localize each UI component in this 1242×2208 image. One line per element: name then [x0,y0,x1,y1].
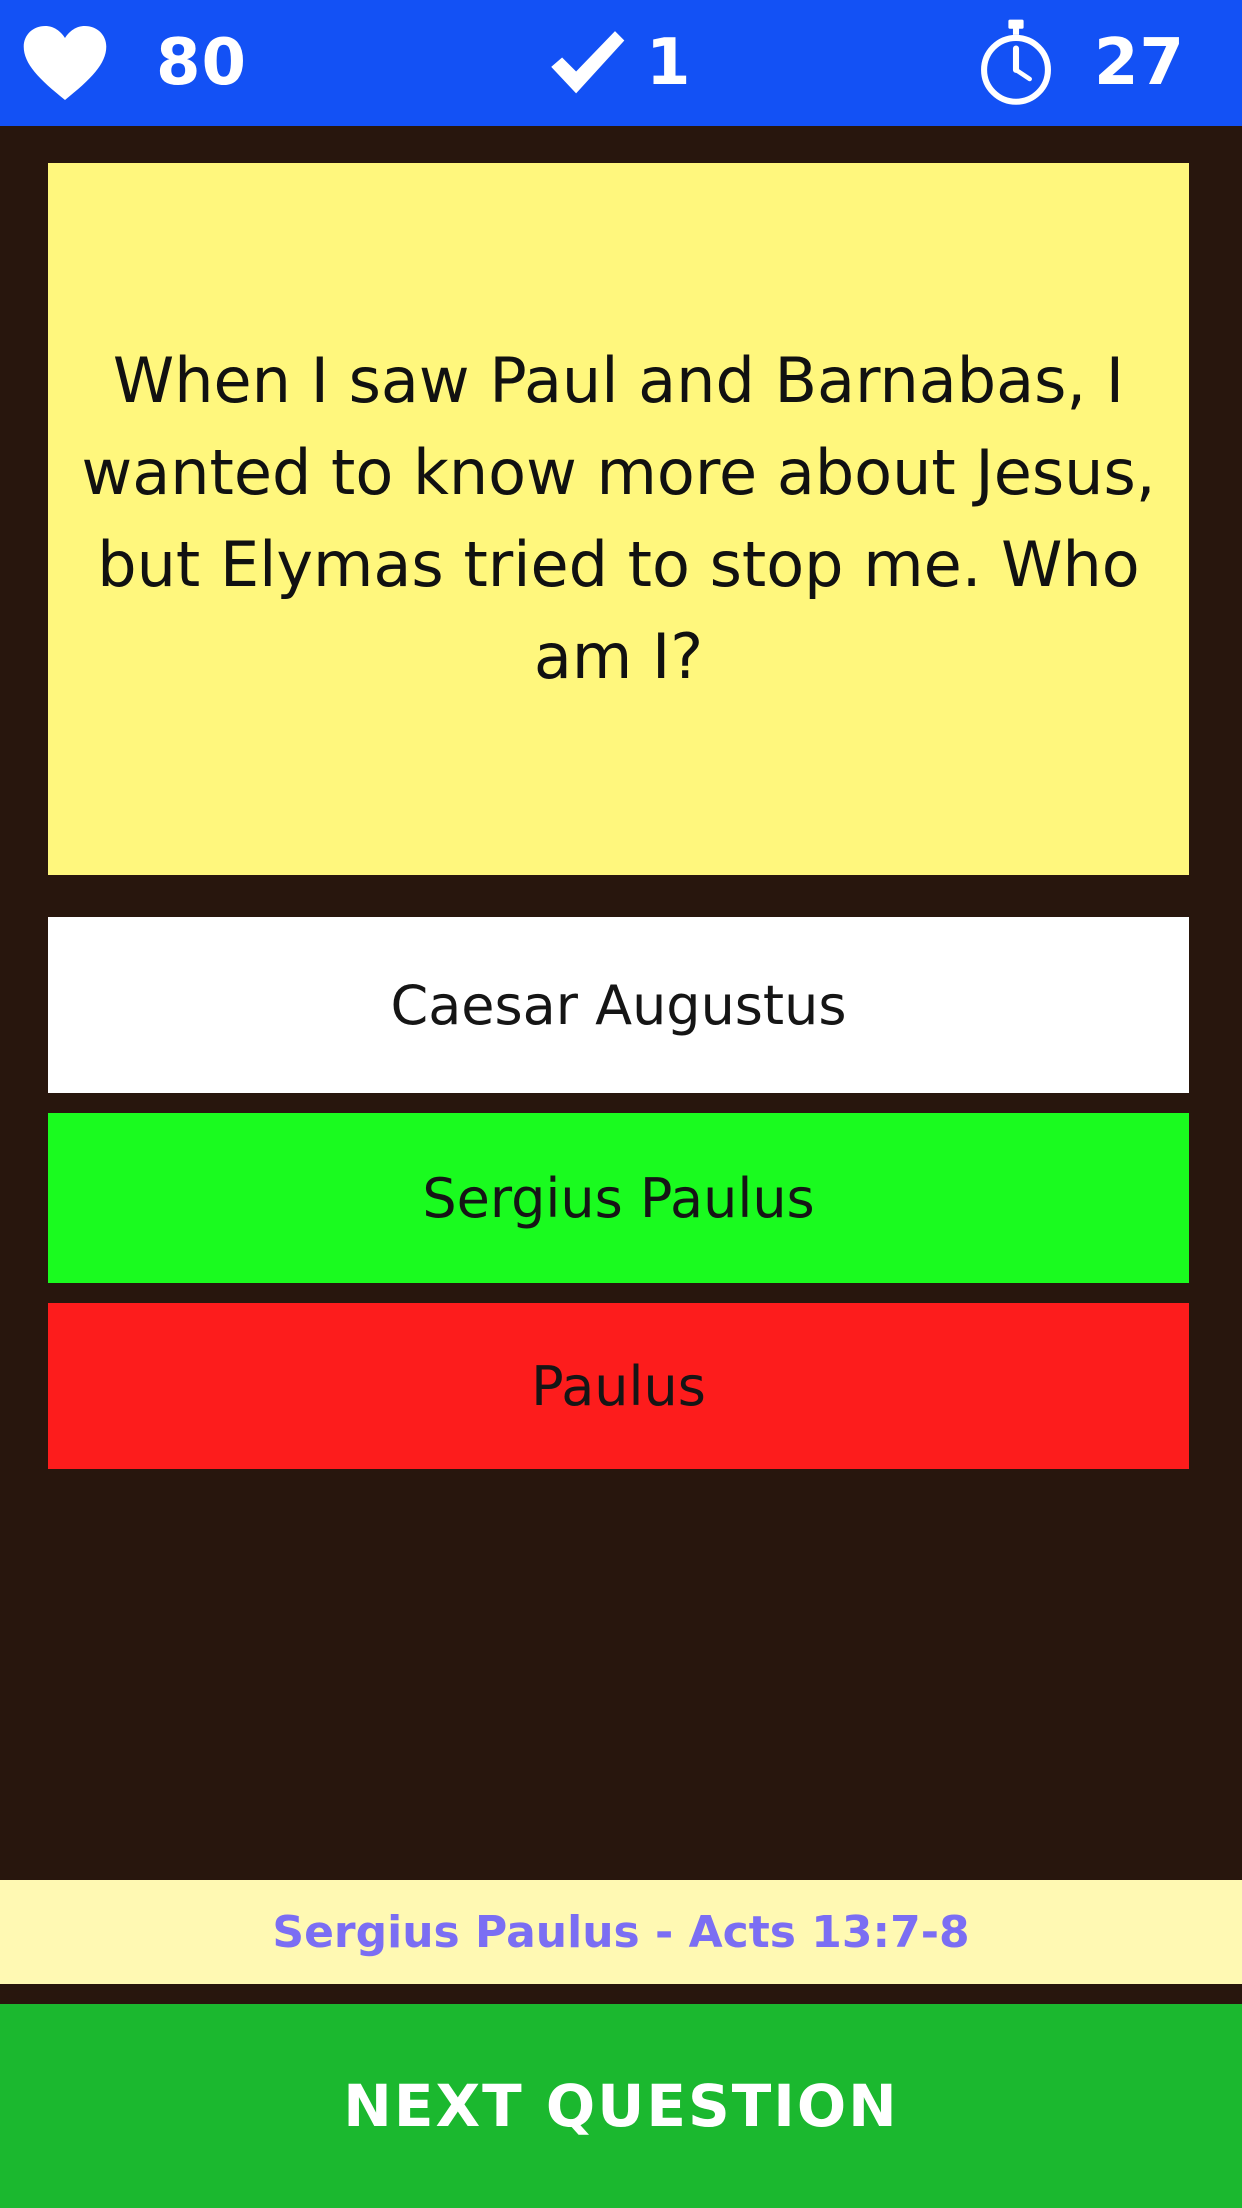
reference-text: Sergius Paulus - Acts 13:7-8 [272,1906,970,1958]
correct-counter: 1 [548,0,692,126]
lives-counter: 80 [22,0,247,126]
lives-value: 80 [156,26,248,100]
next-question-button[interactable]: NEXT QUESTION [0,2004,1242,2208]
stopwatch-icon [981,19,1051,105]
timer-value: 27 [1094,26,1186,100]
question-card: When I saw Paul and Barnabas, I wanted t… [48,163,1189,875]
checkmark-icon [551,31,625,94]
next-question-label: NEXT QUESTION [343,2072,899,2140]
answer-button-caesar-augustus[interactable]: Caesar Augustus [48,917,1189,1093]
answer-button-paulus[interactable]: Paulus [48,1303,1189,1469]
answer-button-sergius-paulus[interactable]: Sergius Paulus [48,1113,1189,1283]
correct-value: 1 [646,26,692,100]
answer-reference: Sergius Paulus - Acts 13:7-8 [0,1880,1242,1984]
heart-icon [23,26,107,100]
status-bar: 80 1 27 [0,0,1242,126]
timer-counter: 27 [978,0,1185,126]
question-text: When I saw Paul and Barnabas, I wanted t… [81,344,1156,693]
